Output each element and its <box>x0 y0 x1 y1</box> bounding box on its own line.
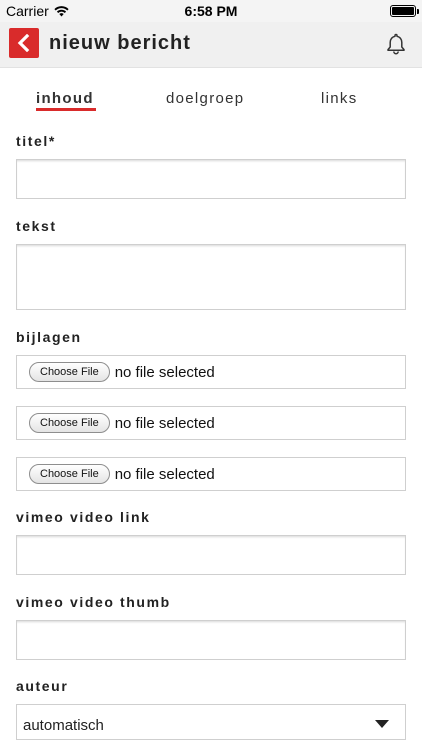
app-header: nieuw bericht <box>0 22 422 68</box>
file-input-2: Choose File no file selected <box>16 406 406 440</box>
vimeo-thumb-input[interactable] <box>16 620 406 660</box>
active-tab-indicator <box>36 108 96 111</box>
page-title: nieuw bericht <box>49 32 191 54</box>
file-status: no file selected <box>114 363 215 381</box>
auteur-label: auteur <box>16 678 69 694</box>
status-bar: Carrier 6:58 PM <box>0 0 422 22</box>
battery-icon <box>390 5 419 17</box>
titel-label: titel* <box>16 133 56 149</box>
auteur-selected-value: automatisch <box>23 717 104 734</box>
chevron-left-icon <box>17 34 30 52</box>
file-status: no file selected <box>114 414 215 432</box>
titel-input[interactable] <box>16 159 406 199</box>
tab-links[interactable]: links <box>321 90 358 107</box>
file-status: no file selected <box>114 465 215 483</box>
tab-doelgroep[interactable]: doelgroep <box>166 90 244 107</box>
bell-icon[interactable] <box>384 32 408 56</box>
choose-file-button[interactable]: Choose File <box>29 413 110 433</box>
tekst-textarea[interactable] <box>16 244 406 310</box>
vimeo-link-input[interactable] <box>16 535 406 575</box>
choose-file-button[interactable]: Choose File <box>29 464 110 484</box>
vimeo-thumb-label: vimeo video thumb <box>16 594 171 610</box>
tab-inhoud[interactable]: inhoud <box>36 90 94 107</box>
tekst-label: tekst <box>16 218 57 234</box>
choose-file-button[interactable]: Choose File <box>29 362 110 382</box>
back-button[interactable] <box>9 28 39 58</box>
caret-down-icon <box>375 720 389 728</box>
auteur-select[interactable]: automatisch <box>16 704 406 740</box>
status-time: 6:58 PM <box>184 3 238 19</box>
file-input-1: Choose File no file selected <box>16 355 406 389</box>
vimeo-link-label: vimeo video link <box>16 509 151 525</box>
file-input-3: Choose File no file selected <box>16 457 406 491</box>
bijlagen-label: bijlagen <box>16 329 82 345</box>
